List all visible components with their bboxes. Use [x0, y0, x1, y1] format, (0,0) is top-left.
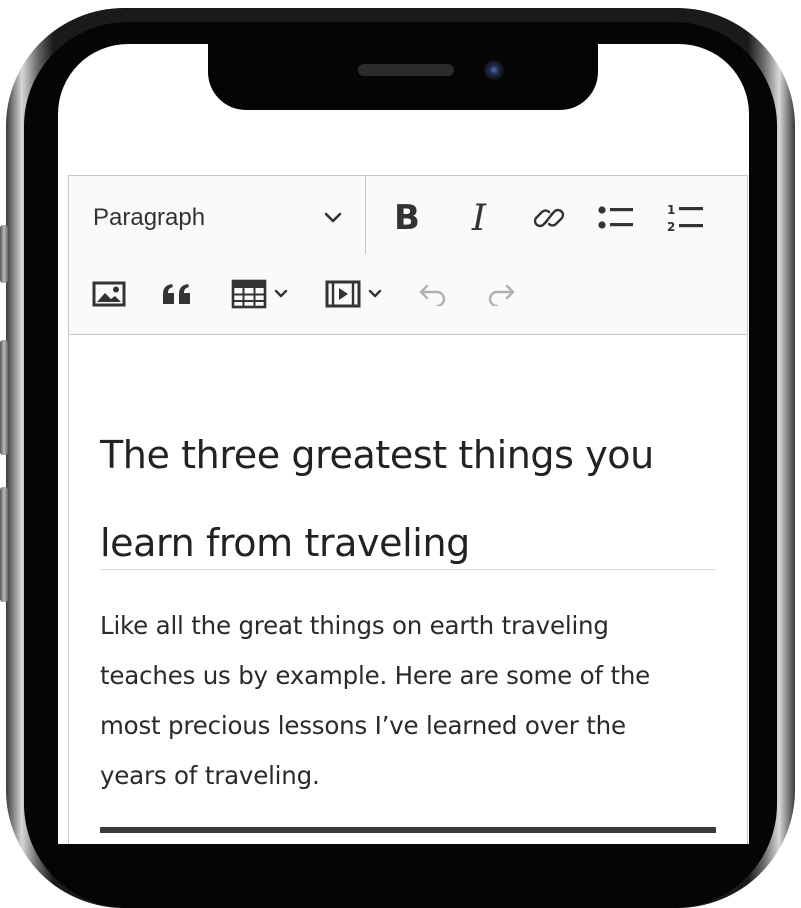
document-paragraph[interactable]: Like all the great things on earth trave…: [100, 601, 720, 801]
insert-media-button[interactable]: [317, 272, 391, 316]
heading-line-2: learn from traveling: [100, 521, 470, 565]
editor-toolbar: Paragraph B I 1 2: [69, 176, 747, 335]
italic-icon: I: [471, 197, 487, 239]
italic-button[interactable]: I: [455, 194, 503, 242]
numbered-list-digit-2: 2: [667, 220, 675, 234]
paragraph-line: most precious lessons I’ve learned over …: [100, 711, 626, 740]
front-camera-icon: [484, 60, 504, 80]
table-dropdown-chevron-icon: [274, 289, 288, 298]
numbered-list-icon: 1 2: [667, 203, 703, 234]
heading-line-1: The three greatest things you: [100, 433, 654, 477]
paragraph-line: years of traveling.: [100, 761, 320, 790]
phone-notch: [208, 44, 598, 110]
bulleted-list-icon: [598, 206, 633, 229]
media-icon: [325, 280, 361, 308]
redo-button[interactable]: [479, 272, 523, 316]
paragraph-line: Like all the great things on earth trave…: [100, 611, 609, 640]
rich-text-editor: Paragraph B I 1 2 The three greatest thi…: [68, 175, 748, 844]
toolbar-row-2: [69, 254, 747, 334]
phone-screen: Paragraph B I 1 2 The three greatest thi…: [58, 44, 749, 844]
volume-down-button: [0, 487, 8, 602]
heading-dropdown-value: Paragraph: [93, 204, 206, 231]
insert-image-button[interactable]: [87, 272, 131, 316]
bold-icon: B: [394, 198, 420, 238]
bold-button[interactable]: B: [383, 194, 431, 242]
heading-underline-divider: [100, 569, 716, 570]
undo-button[interactable]: [411, 272, 455, 316]
table-icon: [231, 279, 267, 309]
toolbar-divider: [365, 176, 366, 254]
block-quote-button[interactable]: [155, 272, 199, 316]
volume-up-button: [0, 340, 8, 455]
numbered-list-digit-1: 1: [667, 203, 675, 217]
quote-icon: [163, 284, 190, 304]
insert-table-button[interactable]: [223, 272, 297, 316]
document-heading[interactable]: The three greatest things you learn from…: [100, 411, 720, 587]
toolbar-row-1: Paragraph B I 1 2: [69, 176, 747, 254]
image-block-top-edge: [100, 827, 716, 833]
bulleted-list-button[interactable]: [591, 194, 641, 242]
paragraph-line: teaches us by example. Here are some of …: [100, 661, 651, 690]
link-icon: [533, 208, 565, 228]
numbered-list-button[interactable]: 1 2: [659, 194, 711, 242]
heading-dropdown[interactable]: Paragraph: [93, 198, 343, 238]
image-icon: [92, 281, 126, 307]
undo-icon: [419, 284, 446, 306]
link-button[interactable]: [525, 194, 573, 242]
speaker-grille: [358, 64, 454, 76]
mute-switch: [0, 225, 8, 283]
chevron-down-icon: [324, 212, 342, 223]
redo-icon: [488, 284, 515, 306]
media-dropdown-chevron-icon: [368, 289, 382, 298]
